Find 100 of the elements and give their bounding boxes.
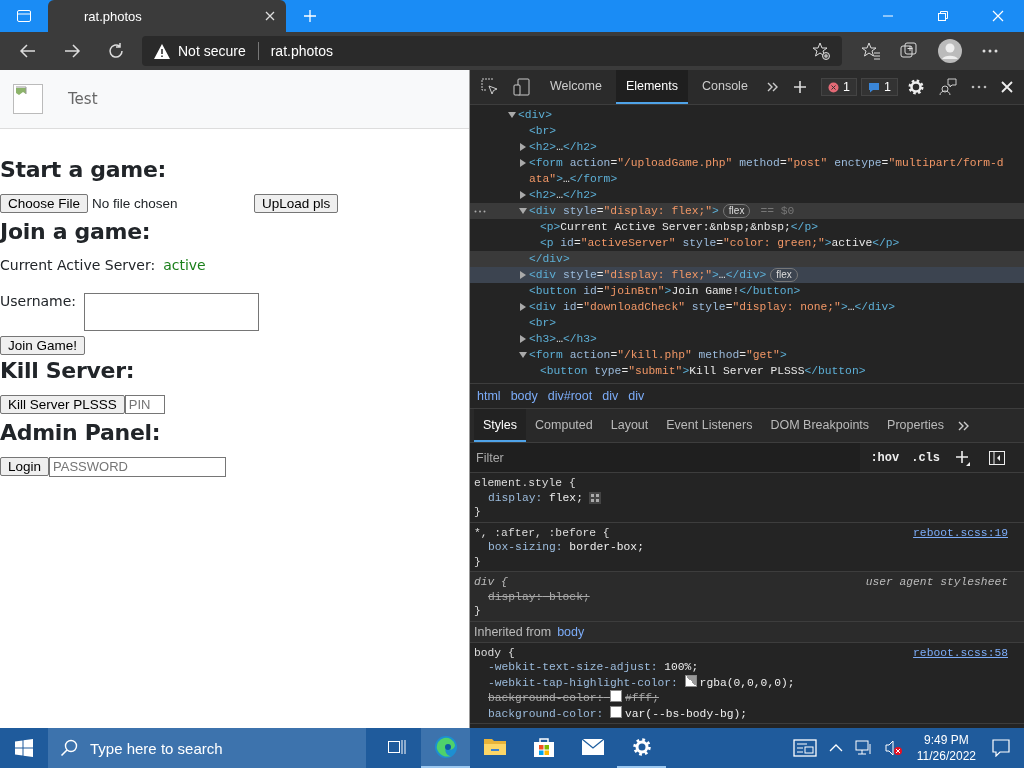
styles-tab[interactable]: Styles (474, 409, 527, 442)
feedback-icon[interactable] (939, 78, 957, 96)
login-button[interactable]: Login (0, 457, 50, 476)
message-count[interactable]: 1 (861, 78, 898, 96)
breadcrumb[interactable]: div (597, 389, 624, 403)
address-bar[interactable]: Not secure rat.photos (142, 36, 842, 66)
news-icon[interactable] (792, 739, 817, 757)
dom-node[interactable]: <div id="downloadCheck" style="display: none;">…</div> (529, 299, 896, 315)
restore-icon[interactable] (937, 10, 949, 22)
css-property[interactable]: display: flex; (488, 490, 583, 505)
add-favorite-icon[interactable] (812, 42, 830, 60)
css-property[interactable]: box-sizing: border-box; (488, 540, 644, 555)
username-field[interactable] (84, 293, 260, 331)
upload-button[interactable]: UpLoad pls (254, 194, 339, 213)
security-label[interactable]: Not secure (178, 43, 246, 59)
error-count[interactable]: 1 (821, 78, 858, 96)
taskbar-search-field[interactable]: Type here to search (48, 728, 366, 768)
inspect-icon[interactable] (481, 78, 499, 96)
new-tab-icon[interactable] (302, 8, 318, 24)
css-property[interactable]: background-color: var(--bs-body-bg); (488, 705, 748, 721)
pin-field[interactable]: PIN (124, 395, 165, 414)
dom-node[interactable]: <button type="submit">Kill Server PLSSS</button> (540, 363, 866, 379)
styles-tab[interactable]: Event Listeners (657, 409, 762, 442)
expand-arrow-icon[interactable] (519, 191, 527, 199)
dom-node[interactable]: </div> (529, 251, 570, 267)
folder-icon[interactable] (482, 737, 507, 757)
dom-node[interactable]: <div> (518, 107, 552, 123)
expand-arrow-icon[interactable] (519, 143, 527, 151)
source-link[interactable]: reboot.scss:58 (913, 645, 1008, 660)
more-tabs-icon[interactable] (958, 419, 971, 432)
dom-node[interactable]: <div style="display: flex;"> (529, 203, 719, 219)
hover-state-button[interactable]: :hov (868, 450, 902, 465)
filter-field[interactable]: Filter (470, 443, 861, 472)
dom-node[interactable]: <h2>…</h2> (529, 139, 597, 155)
expand-arrow-icon[interactable] (519, 303, 527, 311)
dom-node[interactable]: <div style="display: flex;">…</div> (529, 267, 767, 283)
collections-icon[interactable] (900, 42, 918, 60)
task-view-icon[interactable] (386, 738, 407, 756)
breadcrumb[interactable]: div#root (542, 389, 598, 403)
styles-tab[interactable]: DOM Breakpoints (761, 409, 879, 442)
close-icon[interactable] (264, 10, 276, 22)
chevron-up-icon[interactable] (828, 743, 843, 753)
forward-icon[interactable] (63, 42, 81, 60)
css-property[interactable]: -webkit-text-size-adjust: 100%; (488, 660, 699, 675)
browser-app-icon[interactable] (433, 735, 458, 759)
dom-node[interactable]: <form action="/kill.php" method="get"> (529, 347, 787, 363)
source-link[interactable]: reboot.scss:19 (913, 525, 1008, 540)
class-button[interactable]: .cls (909, 450, 942, 465)
back-icon[interactable] (19, 42, 37, 60)
start-icon[interactable] (15, 739, 33, 757)
plus-icon[interactable] (792, 80, 807, 94)
refresh-icon[interactable] (107, 42, 125, 60)
network-icon[interactable] (854, 740, 873, 756)
css-property[interactable]: background-color: #fff; (488, 690, 659, 706)
more-icon[interactable] (971, 85, 987, 89)
sidebar-toggle-icon[interactable] (989, 450, 1005, 465)
dom-node[interactable]: <form action="/uploadGame.php" method="post" enctype="multipart/form-data">…</form> (529, 155, 1008, 187)
kill-server-button[interactable]: Kill Server PLSSS (0, 395, 125, 414)
dom-node[interactable]: <br> (529, 123, 557, 139)
breadcrumb[interactable]: body (505, 389, 543, 403)
password-field[interactable]: PASSWORD (49, 456, 227, 477)
breadcrumb[interactable]: div (623, 389, 650, 403)
expand-arrow-icon[interactable] (519, 271, 527, 279)
close-icon[interactable] (1001, 81, 1013, 93)
expand-arrow-icon[interactable] (519, 351, 527, 359)
breadcrumb[interactable]: html (472, 389, 506, 403)
notification-icon[interactable] (992, 739, 1010, 757)
expand-arrow-icon[interactable] (519, 207, 527, 215)
profile-avatar-icon[interactable] (938, 39, 962, 63)
dom-node[interactable]: <h3>…</h3> (529, 331, 597, 347)
styles-tab[interactable]: Layout (601, 409, 658, 442)
dom-node[interactable]: <button id="joinBtn">Join Game!</button> (529, 283, 801, 299)
clock[interactable]: 9:49 PM 11/26/2022 (916, 732, 976, 764)
dom-node[interactable]: <br> (529, 315, 557, 331)
devtools-tab[interactable]: Welcome (540, 70, 612, 104)
more-tabs-icon[interactable] (766, 81, 779, 93)
inherited-link[interactable]: body (557, 624, 585, 639)
muted-speaker-icon[interactable] (884, 740, 903, 756)
new-rule-icon[interactable] (955, 449, 971, 466)
choose-file-button[interactable]: Choose File (0, 194, 89, 213)
store-icon[interactable] (532, 736, 555, 758)
css-property[interactable]: -webkit-tap-highlight-color: rgba(0,0,0,0); (488, 674, 795, 690)
expand-arrow-icon[interactable] (519, 335, 527, 343)
more-icon[interactable] (982, 49, 998, 53)
more-icon[interactable] (474, 210, 486, 213)
dom-node[interactable]: <h2>…</h2> (529, 187, 597, 203)
device-icon[interactable] (513, 78, 531, 96)
dom-node[interactable]: <p id="activeServer" style="color: green;">active</p> (540, 235, 900, 251)
brand-text[interactable]: Test (68, 90, 98, 108)
styles-tab[interactable]: Properties (878, 409, 954, 442)
styles-tab[interactable]: Computed (526, 409, 602, 442)
expand-arrow-icon[interactable] (519, 159, 527, 167)
expand-arrow-icon[interactable] (508, 111, 516, 119)
devtools-tab[interactable]: Elements (615, 70, 688, 104)
join-game-button[interactable]: Join Game! (0, 336, 86, 355)
css-property[interactable]: display: block; (488, 589, 590, 604)
tab-actions-icon[interactable] (16, 8, 32, 24)
flexbox-editor-icon[interactable] (588, 491, 601, 504)
settings-icon[interactable] (907, 78, 925, 96)
favorites-icon[interactable] (862, 42, 880, 60)
